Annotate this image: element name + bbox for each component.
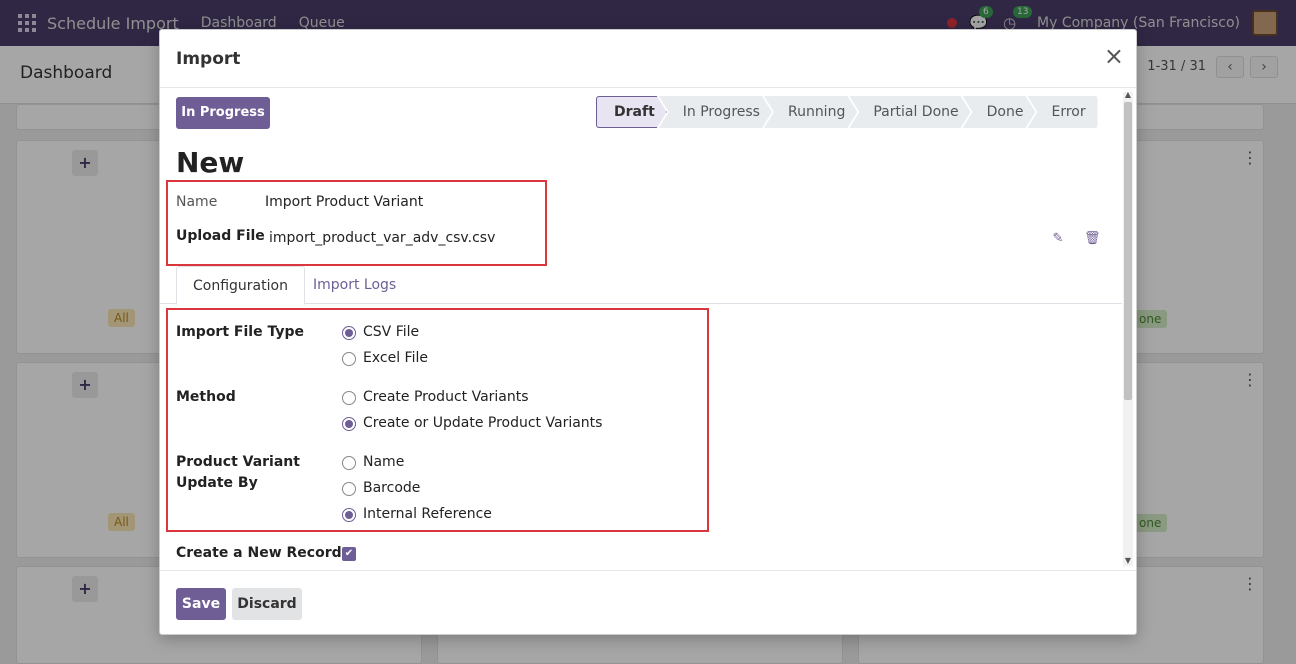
radio-label-excel-file[interactable]: Excel File (363, 350, 428, 366)
radio-create-product-variants[interactable] (342, 391, 356, 405)
name-field[interactable]: Import Product Variant (265, 194, 423, 210)
scroll-up-icon[interactable]: ▲ (1125, 90, 1131, 99)
in-progress-button[interactable]: In Progress (176, 97, 270, 129)
discard-button[interactable]: Discard (232, 588, 302, 620)
dialog-title: Import (176, 49, 241, 69)
status-bar: Draft In Progress Running Partial Done D… (596, 96, 1098, 128)
import-file-type-label: Import File Type (176, 324, 304, 340)
update-by-label-line1: Product Variant (176, 454, 300, 470)
stage-done[interactable]: Done (963, 96, 1036, 128)
radio-update-by-internal-reference[interactable] (342, 508, 356, 522)
tab-configuration[interactable]: Configuration (176, 266, 305, 305)
stage-draft[interactable]: Draft (596, 96, 667, 128)
save-button[interactable]: Save (176, 588, 226, 620)
radio-update-by-name[interactable] (342, 456, 356, 470)
scroll-down-icon[interactable]: ▼ (1125, 556, 1131, 565)
stage-partial-done[interactable]: Partial Done (849, 96, 970, 128)
radio-label-update-by-name[interactable]: Name (363, 454, 404, 470)
pencil-icon[interactable]: ✎ (1050, 231, 1066, 247)
radio-label-create-or-update[interactable]: Create or Update Product Variants (363, 415, 602, 431)
stage-running[interactable]: Running (764, 96, 857, 128)
radio-excel-file[interactable] (342, 352, 356, 366)
import-dialog: Import × In Progress Draft In Progress R… (159, 29, 1137, 635)
notebook-tabs: Configuration Import Logs (160, 266, 1122, 305)
create-new-record-checkbox[interactable]: ✔ (342, 547, 356, 561)
radio-label-create-product-variants[interactable]: Create Product Variants (363, 389, 529, 405)
dialog-scrollbar[interactable] (1123, 92, 1133, 566)
upload-file-label: Upload File (176, 228, 265, 244)
stage-in-progress[interactable]: In Progress (659, 96, 772, 128)
highlight-box (166, 180, 547, 266)
create-new-record-label: Create a New Record (176, 545, 342, 561)
upload-file-name[interactable]: import_product_var_adv_csv.csv (269, 230, 495, 246)
method-label: Method (176, 389, 236, 405)
radio-csv-file[interactable] (342, 326, 356, 340)
dialog-footer: Save Discard (160, 570, 1136, 634)
dialog-body: In Progress Draft In Progress Running Pa… (160, 88, 1136, 570)
close-icon[interactable]: × (1104, 44, 1124, 68)
scrollbar-thumb[interactable] (1124, 102, 1132, 400)
tab-import-logs[interactable]: Import Logs (297, 266, 412, 305)
radio-label-update-by-barcode[interactable]: Barcode (363, 480, 420, 496)
update-by-label-line2: Update By (176, 475, 258, 491)
stage-error[interactable]: Error (1027, 96, 1098, 128)
radio-label-csv-file[interactable]: CSV File (363, 324, 419, 340)
radio-label-update-by-internal-reference[interactable]: Internal Reference (363, 506, 492, 522)
record-title: New (176, 146, 245, 179)
name-label: Name (176, 194, 218, 210)
radio-update-by-barcode[interactable] (342, 482, 356, 496)
dialog-header: Import × (160, 30, 1136, 88)
radio-create-or-update[interactable] (342, 417, 356, 431)
trash-icon[interactable]: 🗑 (1084, 231, 1101, 247)
